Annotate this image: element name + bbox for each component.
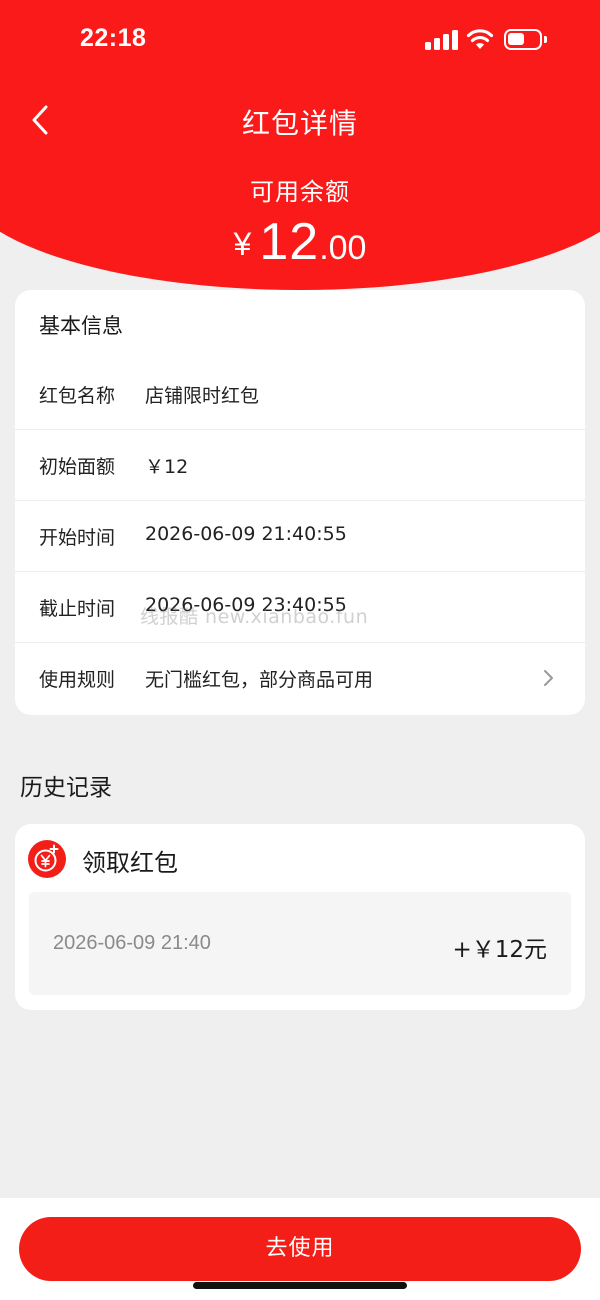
record-time: 2026-06-09 21:40 <box>53 932 211 954</box>
basic-info-heading: 基本信息 <box>39 314 123 338</box>
info-row-label: 红包名称 <box>39 385 116 407</box>
info-row-name: 红包名称 店铺限时红包 <box>15 359 585 430</box>
cellular-signal-icon <box>425 30 458 50</box>
info-row-initial-amount: 初始面额 ￥12 <box>15 430 585 501</box>
chevron-right-icon <box>544 670 553 686</box>
record-type-label: 领取红包 <box>82 849 178 877</box>
info-row-label: 开始时间 <box>39 527 116 549</box>
info-row-label: 初始面额 <box>39 456 116 478</box>
balance-decimal: .00 <box>319 229 367 267</box>
history-card: 领取红包 2026-06-09 21:40 +￥12元 <box>15 824 585 1010</box>
info-row-start-time: 开始时间 2026-06-09 21:40:55 <box>15 501 585 572</box>
balance-amount: ¥12.00 <box>0 212 600 272</box>
history-title: 历史记录 <box>20 775 112 801</box>
watermark: 线报酷 new.xianbao.fun <box>140 606 369 628</box>
status-time: 22:18 <box>80 24 147 52</box>
info-row-value: ￥12 <box>145 456 189 478</box>
wifi-icon <box>466 29 494 49</box>
red-packet-yen-icon <box>28 840 66 878</box>
page: 22:18 红包详情 可用余额 ¥12.00 基本信息 红包名称 店铺限时红包 … <box>0 0 600 1300</box>
info-row-label: 使用规则 <box>39 669 116 691</box>
info-row-usage-rules[interactable]: 使用规则 无门槛红包，部分商品可用 <box>15 643 585 714</box>
page-title: 红包详情 <box>241 107 358 140</box>
status-bar: 22:18 <box>0 0 600 82</box>
info-row-value: 无门槛红包，部分商品可用 <box>145 669 374 691</box>
history-record: 2026-06-09 21:40 +￥12元 <box>29 892 571 995</box>
battery-icon <box>504 29 547 50</box>
balance-currency: ¥ <box>233 226 252 262</box>
home-indicator[interactable] <box>193 1282 407 1289</box>
basic-info-card: 基本信息 红包名称 店铺限时红包 初始面额 ￥12 开始时间 2026-06-0… <box>15 290 585 715</box>
record-amount: +￥12元 <box>452 937 547 963</box>
nav-bar: 红包详情 <box>0 92 600 148</box>
info-row-value: 2026-06-09 21:40:55 <box>145 523 347 545</box>
balance-integer: 12 <box>259 213 320 271</box>
info-row-label: 截止时间 <box>39 598 116 620</box>
use-button[interactable]: 去使用 <box>19 1217 581 1281</box>
info-row-value: 店铺限时红包 <box>145 385 260 407</box>
balance-label: 可用余额 <box>250 178 350 206</box>
